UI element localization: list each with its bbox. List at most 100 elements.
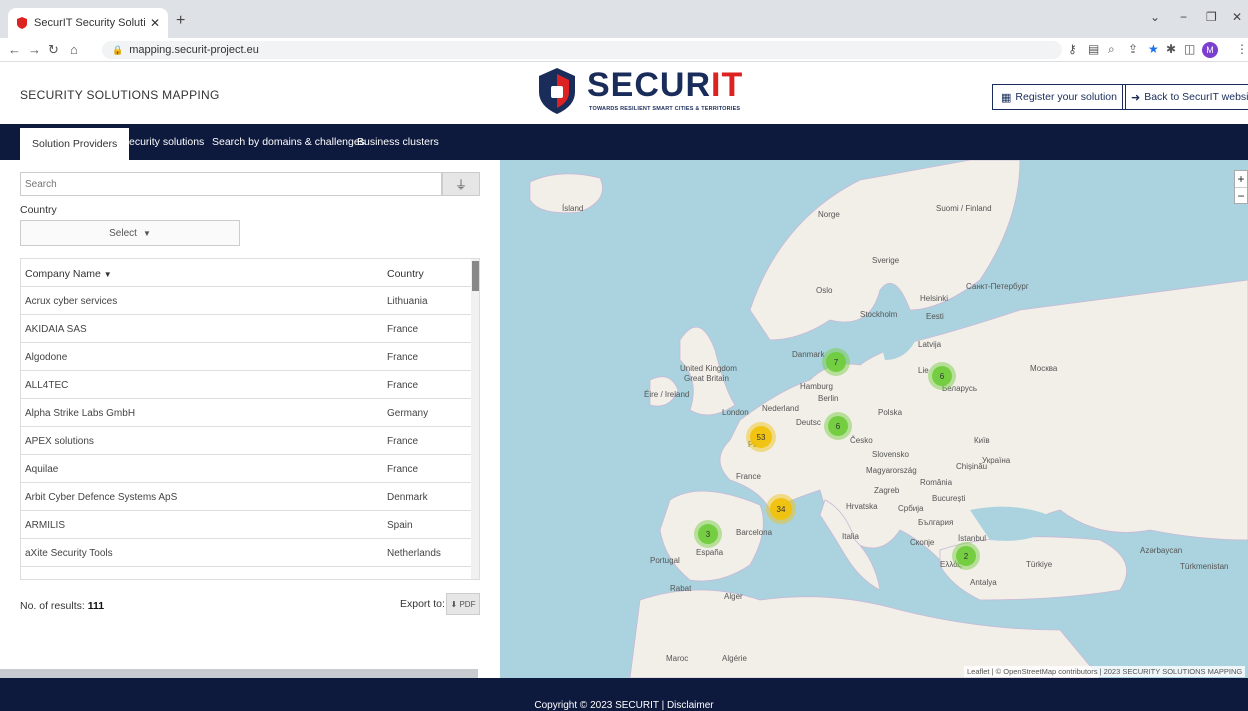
- map-label: Algérie: [722, 654, 747, 663]
- home-icon[interactable]: ⌂: [70, 42, 78, 57]
- footer-copyright[interactable]: Copyright © 2023 SECURIT | Disclaimer: [0, 700, 1248, 711]
- map-cluster-marker[interactable]: 2: [952, 542, 980, 570]
- register-solution-button[interactable]: ▦ Register your solution: [992, 84, 1126, 110]
- map-cluster-marker[interactable]: 53: [746, 422, 776, 452]
- url-field[interactable]: 🔒 mapping.securit-project.eu: [102, 41, 1062, 59]
- key-icon[interactable]: ⚷: [1068, 42, 1077, 56]
- shield-logo-icon: [539, 68, 575, 114]
- tab-security-solutions[interactable]: Security solutions: [122, 124, 204, 160]
- minimize-icon[interactable]: −: [1180, 10, 1187, 24]
- export-label: Export to:: [400, 598, 445, 610]
- zoom-out-button[interactable]: −: [1235, 188, 1247, 204]
- restore-icon[interactable]: ❐: [1206, 10, 1217, 24]
- close-window-icon[interactable]: ✕: [1232, 10, 1242, 24]
- securit-logo[interactable]: SECURIT TOWARDS RESILIENT SMART CITIES &…: [537, 66, 742, 120]
- map-label: Ísland: [562, 204, 584, 213]
- back-to-securit-button[interactable]: ➜ Back to SecurIT website: [1122, 84, 1248, 110]
- map-label: България: [918, 518, 954, 527]
- sidepanel-icon[interactable]: ◫: [1184, 42, 1195, 56]
- map-label: Rabat: [670, 584, 692, 593]
- map-label: Slovensko: [872, 450, 909, 459]
- download-icon: ⬇: [450, 599, 458, 609]
- logo-wordmark: SECURIT: [587, 66, 744, 104]
- country-select[interactable]: Select ▼: [20, 220, 240, 246]
- url-text: mapping.securit-project.eu: [129, 44, 259, 56]
- map-cluster-marker[interactable]: 6: [928, 362, 956, 390]
- map-label: Latvija: [918, 340, 942, 349]
- reload-icon[interactable]: ↻: [48, 42, 59, 58]
- bookmark-star-icon[interactable]: ★: [1148, 42, 1159, 56]
- map-label: Éire / Ireland: [644, 390, 690, 399]
- back-arrow-icon[interactable]: ←: [8, 42, 21, 57]
- zoom-icon[interactable]: ⌕: [1108, 42, 1115, 57]
- map-label: Polska: [878, 408, 903, 417]
- tab-search-icon[interactable]: ⌄: [1150, 10, 1160, 24]
- filter-clear-icon: ⏚: [454, 177, 467, 192]
- europe-map[interactable]: Ísland Norge Suomi / Finland Sverige Osl…: [500, 160, 1248, 678]
- forward-arrow-icon[interactable]: →: [28, 42, 41, 57]
- map-label: Chișinău: [956, 462, 988, 471]
- tab-business-clusters[interactable]: Business clusters: [357, 124, 439, 160]
- map-label: London: [722, 408, 749, 417]
- tab-search-domains[interactable]: Search by domains & challenges: [212, 124, 365, 160]
- table-row[interactable]: AKIDAIA SAS France: [21, 315, 471, 343]
- zoom-in-button[interactable]: +: [1235, 171, 1247, 188]
- table-header-row: Company Name ▼ Country: [21, 259, 471, 287]
- browser-tab[interactable]: SecurIT Security Solutions Mapp ✕: [8, 8, 168, 38]
- map-label: Česko: [850, 436, 873, 445]
- table-row[interactable]: Algodone France: [21, 343, 471, 371]
- main-nav: Solution Providers Security solutions Se…: [0, 124, 1248, 160]
- map-label: Türkmenistan: [1180, 562, 1229, 571]
- new-tab-icon[interactable]: +: [176, 12, 185, 30]
- column-header-country[interactable]: Country: [387, 268, 424, 280]
- map-cluster-marker[interactable]: 6: [824, 412, 852, 440]
- tab-solution-providers[interactable]: Solution Providers: [20, 128, 130, 160]
- browser-tabbar: SecurIT Security Solutions Mapp ✕ + ⌄ − …: [0, 0, 1248, 38]
- clear-filter-button[interactable]: ⏚: [442, 172, 480, 196]
- profile-avatar[interactable]: M: [1202, 42, 1218, 58]
- map-attribution[interactable]: Leaflet | © OpenStreetMap contributors |…: [964, 666, 1246, 677]
- translate-icon[interactable]: ▤: [1088, 42, 1099, 56]
- search-input[interactable]: [20, 172, 442, 196]
- providers-table: Company Name ▼ Country Acrux cyber servi…: [20, 258, 480, 580]
- map-land-layer: [529, 160, 1248, 678]
- table-row[interactable]: Alpha Strike Labs GmbH Germany: [21, 399, 471, 427]
- table-row[interactable]: Aquilae France: [21, 455, 471, 483]
- table-scrollbar[interactable]: [471, 259, 479, 579]
- site-header: SECURITY SOLUTIONS MAPPING SECURIT TOWAR…: [0, 62, 1248, 124]
- results-count: No. of results: 111: [20, 600, 105, 612]
- map-cluster-marker[interactable]: 34: [766, 494, 796, 524]
- table-row[interactable]: aXite Security Tools Netherlands: [21, 539, 471, 567]
- map-cluster-marker[interactable]: 3: [694, 520, 722, 548]
- column-header-company[interactable]: Company Name ▼: [25, 268, 112, 280]
- scrollbar-thumb[interactable]: [472, 261, 479, 291]
- map-label: Magyarország: [866, 466, 917, 475]
- map-label: Portugal: [650, 556, 680, 565]
- map-label: Москва: [1030, 364, 1058, 373]
- map-label: Italia: [842, 532, 859, 541]
- table-row[interactable]: ALL4TEC France: [21, 371, 471, 399]
- map-label: Србија: [898, 504, 924, 513]
- providers-panel: ⏚ Country Select ▼ Company Name ▼ Countr…: [0, 160, 492, 678]
- export-pdf-button[interactable]: ⬇ PDF: [446, 593, 480, 615]
- map-label: Suomi / Finland: [936, 204, 992, 213]
- map-label: Київ: [974, 436, 990, 445]
- map-cluster-marker[interactable]: 7: [822, 348, 850, 376]
- map-label: Stockholm: [860, 310, 898, 319]
- table-row[interactable]: APEX solutions France: [21, 427, 471, 455]
- tab-title: SecurIT Security Solutions Mapp: [34, 17, 146, 29]
- table-row[interactable]: Acrux cyber services Lithuania: [21, 287, 471, 315]
- share-icon[interactable]: ⇪: [1128, 42, 1138, 56]
- table-row[interactable]: ARMILIS Spain: [21, 511, 471, 539]
- panel-horizontal-scrollbar[interactable]: [0, 669, 478, 678]
- map-zoom-control: + −: [1234, 170, 1248, 204]
- table-row[interactable]: Arbit Cyber Defence Systems ApS Denmark: [21, 483, 471, 511]
- map-label: Zagreb: [874, 486, 900, 495]
- menu-dots-icon[interactable]: ⋮: [1236, 42, 1248, 56]
- site-favicon-icon: [17, 17, 27, 29]
- site-footer: Copyright © 2023 SECURIT | Disclaimer: [0, 678, 1248, 711]
- map-label: Deutsc: [796, 418, 821, 427]
- site-title: SECURITY SOLUTIONS MAPPING: [20, 88, 220, 102]
- extensions-icon[interactable]: ✱: [1166, 42, 1176, 56]
- close-tab-icon[interactable]: ✕: [150, 16, 160, 30]
